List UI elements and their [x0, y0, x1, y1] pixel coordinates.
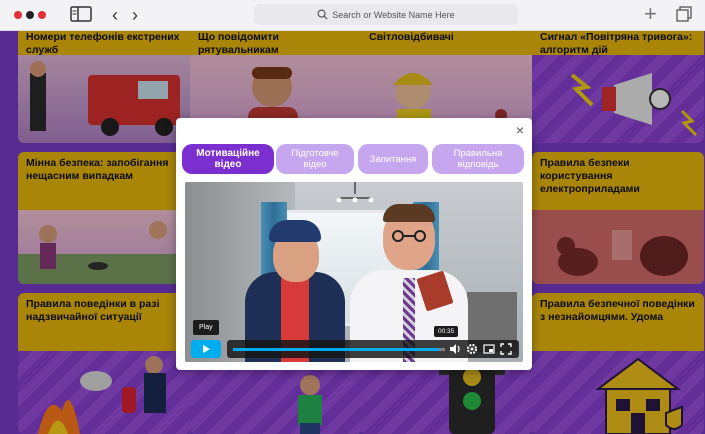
close-icon[interactable]: × [516, 122, 524, 138]
sidebar-icon[interactable] [70, 6, 92, 22]
back-arrow-icon[interactable]: ‹ [106, 5, 124, 25]
progress-fill [233, 348, 439, 351]
fullscreen-icon[interactable] [500, 343, 512, 355]
address-placeholder: Search or Website Name Here [332, 9, 455, 20]
tabs-overview-icon[interactable] [676, 6, 692, 22]
window-maximize-dot[interactable] [38, 11, 46, 19]
progress-bar[interactable] [233, 348, 445, 351]
window-minimize-dot[interactable] [26, 11, 34, 19]
tab-correct-answer[interactable]: Правильна відповідь [432, 144, 524, 174]
tab-questions[interactable]: Запитання [358, 144, 428, 174]
player-controls: 00:35 [227, 326, 519, 358]
pip-icon[interactable] [483, 343, 495, 355]
settings-icon[interactable] [466, 343, 478, 355]
time-indicator: 00:35 [434, 326, 459, 337]
new-tab-plus-icon[interactable]: + [644, 2, 657, 26]
play-icon [203, 345, 210, 353]
tab-preparatory-video[interactable]: Підготовче відео [276, 144, 354, 174]
browser-toolbar: ‹ › Search or Website Name Here + [0, 0, 705, 31]
forward-arrow-icon[interactable]: › [126, 5, 144, 25]
volume-icon[interactable] [449, 343, 461, 355]
window-close-dot[interactable] [14, 11, 22, 19]
address-bar[interactable]: Search or Website Name Here [254, 4, 518, 25]
video-modal: × Мотиваційне відео Підготовче відео Зап… [176, 118, 532, 370]
search-icon [317, 9, 328, 20]
chandelier-graphic [336, 182, 374, 203]
glasses-graphic [392, 230, 426, 242]
play-tooltip: Play [193, 320, 219, 335]
play-button[interactable] [191, 340, 221, 358]
tab-motivational-video[interactable]: Мотиваційне відео [182, 144, 274, 174]
video-player[interactable]: Play 00:35 [185, 182, 523, 362]
